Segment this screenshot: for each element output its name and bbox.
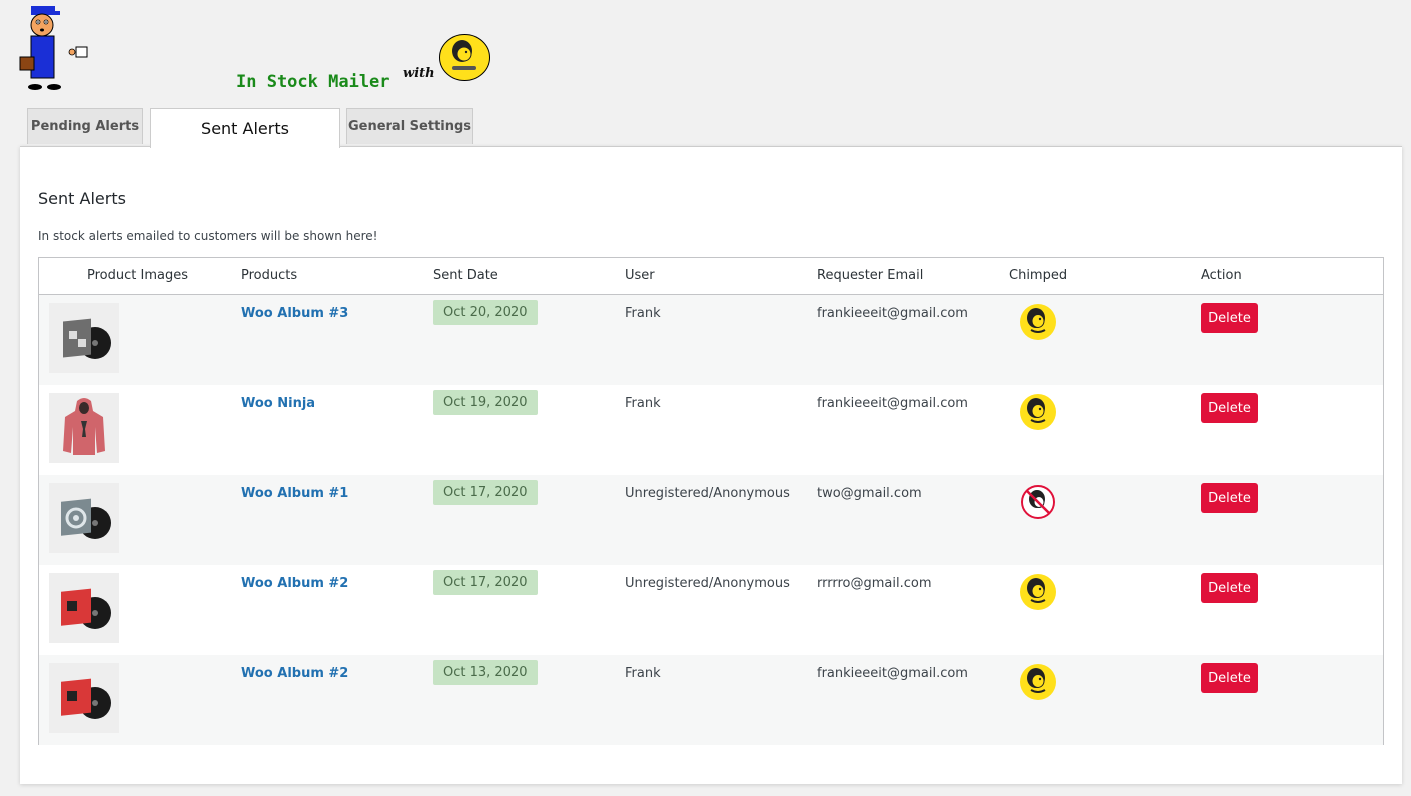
table-row: Woo Album #3 Oct 20, 2020 Frank frankiee… bbox=[39, 295, 1383, 385]
col-header-requester-email: Requester Email bbox=[817, 268, 924, 283]
product-link[interactable]: Woo Album #2 bbox=[241, 666, 348, 681]
product-link[interactable]: Woo Album #2 bbox=[241, 576, 348, 591]
brand-with-text: with bbox=[403, 66, 435, 81]
sent-date-badge: Oct 17, 2020 bbox=[433, 480, 538, 505]
brand-title: In Stock Mailer bbox=[236, 72, 390, 92]
panel-title: Sent Alerts bbox=[38, 189, 126, 208]
col-header-product-images: Product Images bbox=[87, 268, 188, 283]
product-link[interactable]: Woo Album #3 bbox=[241, 306, 348, 321]
requester-email: frankieeeit@gmail.com bbox=[817, 306, 968, 321]
requester-email: frankieeeit@gmail.com bbox=[817, 666, 968, 681]
chimped-yes-icon bbox=[1020, 574, 1056, 610]
delete-button[interactable]: Delete bbox=[1201, 393, 1258, 423]
col-header-action: Action bbox=[1201, 268, 1242, 283]
table-row: Woo Album #2 Oct 17, 2020 Unregistered/A… bbox=[39, 565, 1383, 655]
tab-general-settings[interactable]: General Settings bbox=[346, 108, 473, 144]
col-header-user: User bbox=[625, 268, 655, 283]
sent-date-badge: Oct 17, 2020 bbox=[433, 570, 538, 595]
user-name: Frank bbox=[625, 666, 661, 681]
chimped-yes-icon bbox=[1020, 394, 1056, 430]
user-name: Unregistered/Anonymous bbox=[625, 486, 790, 501]
mailchimp-logo-icon bbox=[439, 34, 490, 81]
table-header: Product Images Products Sent Date User R… bbox=[39, 258, 1383, 295]
chimped-yes-icon bbox=[1020, 304, 1056, 340]
col-header-sent-date: Sent Date bbox=[433, 268, 498, 283]
album-2-icon bbox=[49, 573, 119, 643]
delete-button[interactable]: Delete bbox=[1201, 303, 1258, 333]
panel-description: In stock alerts emailed to customers wil… bbox=[38, 229, 378, 243]
delete-button[interactable]: Delete bbox=[1201, 663, 1258, 693]
chimped-no-icon bbox=[1021, 485, 1055, 519]
tab-bar: Pending Alerts Sent Alerts General Setti… bbox=[0, 108, 1411, 148]
requester-email: two@gmail.com bbox=[817, 486, 922, 501]
user-name: Frank bbox=[625, 396, 661, 411]
album-3-icon bbox=[49, 303, 119, 373]
col-header-chimped: Chimped bbox=[1009, 268, 1068, 283]
tab-sent-alerts[interactable]: Sent Alerts bbox=[150, 108, 340, 148]
sent-date-badge: Oct 13, 2020 bbox=[433, 660, 538, 685]
product-link[interactable]: Woo Album #1 bbox=[241, 486, 348, 501]
product-link[interactable]: Woo Ninja bbox=[241, 396, 315, 411]
tab-pending-alerts[interactable]: Pending Alerts bbox=[27, 108, 143, 144]
delete-button[interactable]: Delete bbox=[1201, 483, 1258, 513]
album-2-icon bbox=[49, 663, 119, 733]
table-row: Woo Album #2 Oct 13, 2020 Frank frankiee… bbox=[39, 655, 1383, 745]
requester-email: frankieeeit@gmail.com bbox=[817, 396, 968, 411]
ninja-hoodie-icon bbox=[49, 393, 119, 463]
sent-date-badge: Oct 19, 2020 bbox=[433, 390, 538, 415]
user-name: Frank bbox=[625, 306, 661, 321]
table-row: Woo Album #1 Oct 17, 2020 Unregistered/A… bbox=[39, 475, 1383, 565]
sent-alerts-table: Product Images Products Sent Date User R… bbox=[38, 257, 1384, 745]
delete-button[interactable]: Delete bbox=[1201, 573, 1258, 603]
requester-email: rrrrro@gmail.com bbox=[817, 576, 932, 591]
plugin-header: In Stock Mailer with bbox=[0, 0, 1411, 108]
table-row: Woo Ninja Oct 19, 2020 Frank frankieeeit… bbox=[39, 385, 1383, 475]
col-header-products: Products bbox=[241, 268, 298, 283]
user-name: Unregistered/Anonymous bbox=[625, 576, 790, 591]
sent-alerts-panel: Sent Alerts In stock alerts emailed to c… bbox=[20, 146, 1402, 784]
postman-mascot-icon bbox=[19, 6, 88, 90]
chimped-yes-icon bbox=[1020, 664, 1056, 700]
album-1-icon bbox=[49, 483, 119, 553]
sent-date-badge: Oct 20, 2020 bbox=[433, 300, 538, 325]
